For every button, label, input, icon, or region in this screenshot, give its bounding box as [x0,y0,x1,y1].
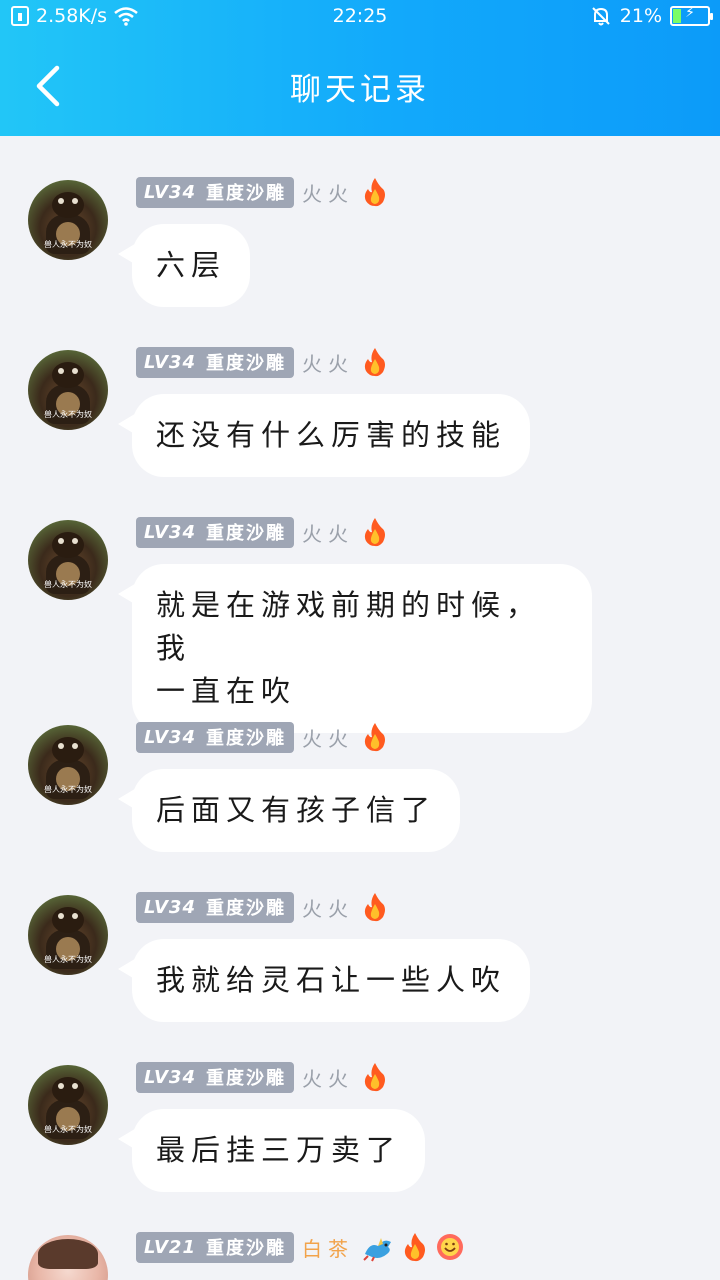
level-badge: LV34 重度沙雕 [136,176,294,208]
battery-icon: ⚡ [670,5,713,26]
level-badge: LV34 重度沙雕 [136,1061,294,1093]
fire-icon [364,518,385,547]
member-title: 重度沙雕 [205,183,286,204]
level-label: LV21 [144,1236,196,1258]
sender-meta: LV34 重度沙雕 火火 [136,516,388,548]
sender-nickname[interactable]: 火火 [302,1063,354,1092]
sender-nickname[interactable]: 火火 [302,893,354,922]
message-bubble[interactable]: 后面又有孩子信了 [132,769,461,852]
fire-icon [364,348,385,377]
message-line: 一直在吹 [156,674,297,708]
message-bubble[interactable]: 六层 [132,224,251,307]
avatar[interactable]: 兽人永不为奴 [28,725,108,805]
sender-nickname[interactable]: 火火 [302,723,354,752]
avatar[interactable]: 兽人永不为奴 [28,350,108,430]
avatar[interactable]: 兽人永不为奴 [28,520,108,600]
level-label: LV34 [144,726,196,748]
level-badge: LV34 重度沙雕 [136,346,294,378]
level-label: LV34 [144,181,196,203]
level-label: LV34 [144,521,196,543]
sender-nickname[interactable]: 火火 [302,518,354,547]
fire-icon [364,178,385,207]
chat-history[interactable]: 兽人永不为奴 LV34 重度沙雕 火火 六层 兽人永不为奴 LV34 重度沙雕 … [0,136,720,1280]
avatar-caption: 兽人永不为奴 [44,785,92,794]
page-title: 聊天记录 [290,72,430,108]
sender-meta: LV34 重度沙雕 火火 [136,176,388,208]
avatar-caption: 兽人永不为奴 [44,580,92,589]
sender-meta: LV34 重度沙雕 火火 [136,346,388,378]
level-badge: LV21 重度沙雕 [136,1231,294,1263]
avatar[interactable]: 兽人永不为奴 [28,895,108,975]
sender-nickname[interactable]: 火火 [302,348,354,377]
sender-meta: LV34 重度沙雕 火火 [136,891,388,923]
level-badge: LV34 重度沙雕 [136,516,294,548]
fire-icon [364,1063,385,1092]
sender-meta: LV34 重度沙雕 火火 [136,1061,388,1093]
status-bar: 2.58K/s 22:25 21% ⚡ [0,0,720,36]
member-title: 重度沙雕 [205,353,286,374]
message-bubble[interactable]: 就是在游戏前期的时候，我 一直在吹 [132,564,592,733]
header: 2.58K/s 22:25 21% ⚡ 聊天记录 [0,0,720,136]
member-title: 重度沙雕 [205,1238,286,1259]
sender-meta: LV21 重度沙雕 白茶 [136,1231,464,1263]
status-right: 21% ⚡ [590,5,713,27]
fire-icon [404,1233,425,1262]
battery-percent: 21% [619,5,662,27]
avatar-caption: 兽人永不为奴 [44,410,92,419]
member-title: 重度沙雕 [205,898,286,919]
fire-icon [364,723,385,752]
avatar[interactable] [28,1235,108,1280]
message-bubble[interactable]: 还没有什么厉害的技能 [132,394,531,477]
level-badge: LV34 重度沙雕 [136,721,294,753]
navbar: 聊天记录 [0,36,720,136]
smile-icon [436,1234,463,1260]
avatar-caption: 兽人永不为奴 [44,955,92,964]
bell-off-icon [592,7,610,26]
level-label: LV34 [144,896,196,918]
avatar-caption: 兽人永不为奴 [44,1125,92,1134]
level-label: LV34 [144,351,196,373]
avatar[interactable]: 兽人永不为奴 [28,180,108,260]
fire-icon [364,893,385,922]
sender-nickname[interactable]: 白茶 [302,1233,354,1262]
member-title: 重度沙雕 [205,728,286,749]
avatar[interactable]: 兽人永不为奴 [28,1065,108,1145]
level-label: LV34 [144,1066,196,1088]
dragon-icon [363,1238,391,1262]
sender-meta: LV34 重度沙雕 火火 [136,721,388,753]
message-bubble[interactable]: 我就给灵石让一些人吹 [132,939,531,1022]
level-badge: LV34 重度沙雕 [136,891,294,923]
message-line: 就是在游戏前期的时候，我 [156,588,542,665]
sender-nickname[interactable]: 火火 [302,178,354,207]
member-title: 重度沙雕 [205,523,286,544]
charging-bolt-icon: ⚡ [685,5,695,21]
avatar-caption: 兽人永不为奴 [44,240,92,249]
member-title: 重度沙雕 [205,1068,286,1089]
message-bubble[interactable]: 最后挂三万卖了 [132,1109,426,1192]
